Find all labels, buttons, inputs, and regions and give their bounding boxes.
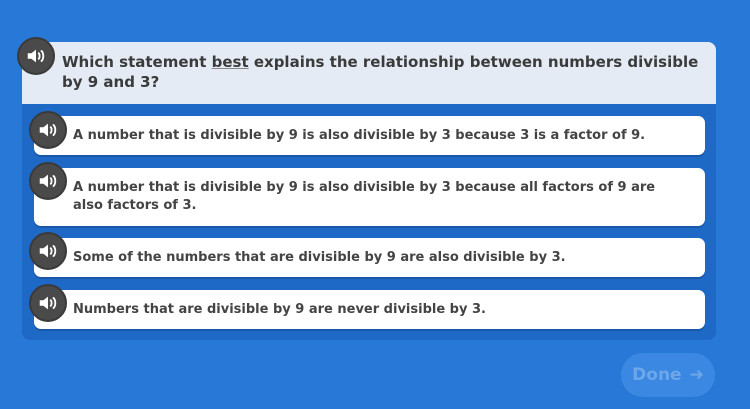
choice-3-audio-button[interactable] xyxy=(29,232,67,270)
speaker-icon xyxy=(39,244,57,258)
answer-choice-label: Numbers that are divisible by 9 are neve… xyxy=(73,302,486,317)
arrow-right-icon: ➜ xyxy=(689,365,704,385)
speaker-icon xyxy=(39,296,57,310)
question-audio-button[interactable] xyxy=(17,37,55,75)
done-button[interactable]: Done ➜ xyxy=(621,353,715,397)
answer-choice-label: A number that is divisible by 9 is also … xyxy=(73,180,656,213)
done-button-label: Done xyxy=(632,365,682,385)
speaker-icon xyxy=(39,174,57,188)
answer-choice-label: A number that is divisible by 9 is also … xyxy=(73,128,646,143)
question-text: Which statement best explains the relati… xyxy=(62,53,699,91)
question-emphasis: best xyxy=(211,53,249,71)
answer-choice-2[interactable]: A number that is divisible by 9 is also … xyxy=(34,168,705,226)
choice-2-audio-button[interactable] xyxy=(29,162,67,200)
answer-choice-4[interactable]: Numbers that are divisible by 9 are neve… xyxy=(34,290,705,329)
answer-choice-1[interactable]: A number that is divisible by 9 is also … xyxy=(34,116,705,155)
choice-1-audio-button[interactable] xyxy=(29,111,67,149)
answer-choice-label: Some of the numbers that are divisible b… xyxy=(73,250,566,265)
choice-4-audio-button[interactable] xyxy=(29,284,67,322)
speaker-icon xyxy=(27,49,45,63)
speaker-icon xyxy=(39,123,57,137)
answer-choice-3[interactable]: Some of the numbers that are divisible b… xyxy=(34,238,705,277)
